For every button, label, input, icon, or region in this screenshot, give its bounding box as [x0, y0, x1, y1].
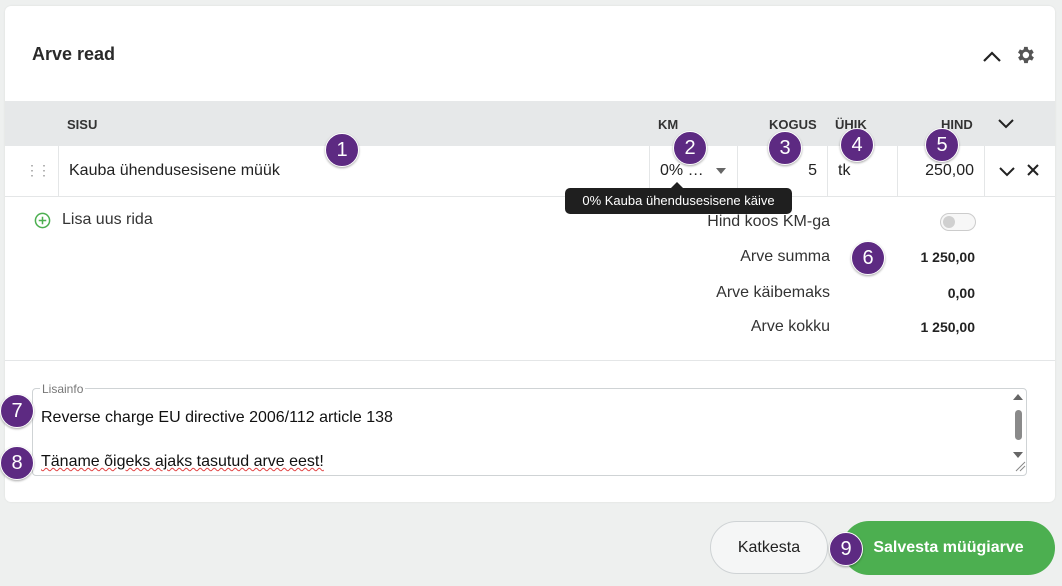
total-value: 1 250,00	[920, 319, 976, 335]
drag-handle-icon[interactable]: ⋮⋮	[25, 162, 51, 179]
annotation-badge-3: 3	[768, 131, 802, 165]
annotation-badge-8: 8	[0, 446, 34, 480]
col-header-kogus: KOGUS	[769, 117, 817, 132]
lisainfo-line-2: Täname õigeks ajaks tasutud arve eest!	[41, 453, 324, 470]
annotation-badge-9: 9	[829, 532, 863, 566]
annotation-badge-1: 1	[325, 133, 359, 167]
row-expand-icon[interactable]	[998, 164, 1016, 178]
col-header-km: KM	[658, 117, 679, 132]
lisainfo-line-1: Reverse charge EU directive 2006/112 art…	[41, 409, 393, 426]
vat-label: Arve käibemaks	[716, 284, 830, 301]
chevron-up-icon[interactable]	[981, 46, 1003, 68]
chevron-down-icon[interactable]	[997, 116, 1015, 130]
annotation-badge-6: 6	[851, 241, 885, 275]
close-icon[interactable]	[1026, 163, 1040, 177]
total-label: Arve kokku	[750, 318, 830, 335]
col-header-sisu: SISU	[67, 117, 98, 132]
row-sisu: Kauba ühendusesisene müük	[69, 162, 280, 179]
invoice-rows-card: Arve read SISU KM KOGUS ÜHIK HIND ⋮⋮ Kau…	[5, 6, 1055, 502]
row-uhik: tk	[838, 162, 851, 179]
annotation-badge-2: 2	[673, 131, 707, 165]
row-km: 0% …	[660, 162, 704, 179]
table-row: ⋮⋮ Kauba ühendusesisene müük 0% … 5 tk 2…	[5, 146, 1055, 197]
vat-tooltip: 0% Kauba ühendusesisene käive	[565, 182, 792, 214]
drag-handle-cell: ⋮⋮	[5, 146, 59, 196]
gear-icon[interactable]	[1014, 44, 1036, 66]
table-header: SISU KM KOGUS ÜHIK HIND	[5, 101, 1055, 146]
annotation-badge-5: 5	[925, 128, 959, 162]
annotation-badge-7: 7	[0, 394, 34, 428]
toggle-knob	[943, 216, 955, 228]
annotation-badge-4: 4	[840, 128, 874, 162]
price-with-vat-toggle[interactable]	[940, 213, 976, 231]
cancel-button[interactable]: Katkesta	[710, 521, 828, 574]
sum-value: 1 250,00	[920, 249, 976, 265]
price-with-vat-label: Hind koos KM-ga	[707, 213, 830, 230]
caret-down-icon	[716, 168, 726, 174]
row-kogus: 5	[808, 162, 817, 179]
add-row-label: Lisa uus rida	[62, 211, 153, 228]
vat-value: 0,00	[947, 285, 975, 301]
textarea-scrollbar[interactable]	[1010, 394, 1026, 472]
divider	[5, 360, 1055, 361]
lisainfo-label: Lisainfo	[40, 382, 86, 396]
plus-circle-icon	[34, 212, 51, 229]
sum-label: Arve summa	[740, 248, 830, 265]
save-invoice-button[interactable]: Salvesta müügiarve	[842, 521, 1055, 575]
row-hind: 250,00	[925, 162, 974, 179]
section-title: Arve read	[32, 44, 116, 64]
